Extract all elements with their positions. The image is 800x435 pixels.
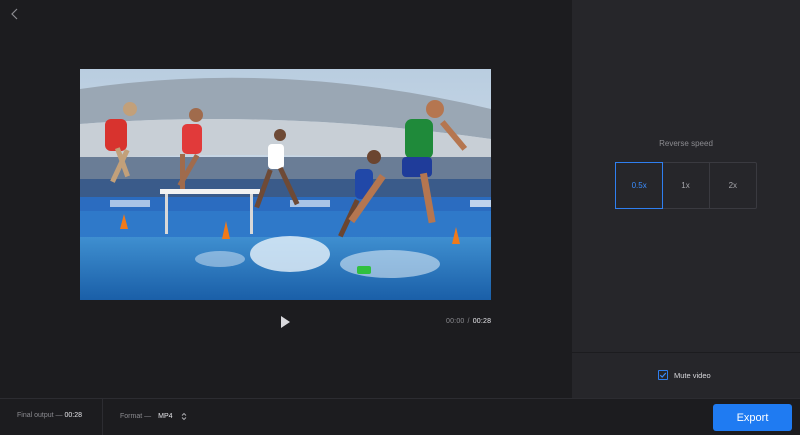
mute-video-label: Mute video bbox=[674, 370, 711, 380]
bottom-divider bbox=[102, 399, 103, 435]
settings-panel: Reverse speed 0.5x 1x 2x Mute video bbox=[572, 0, 800, 398]
video-frame-image bbox=[80, 69, 491, 300]
speed-option-2x[interactable]: 2x bbox=[710, 163, 756, 208]
up-down-chevron-icon bbox=[181, 412, 187, 421]
mute-checkbox[interactable] bbox=[658, 370, 668, 380]
back-button[interactable] bbox=[8, 6, 22, 22]
speed-option-1x[interactable]: 1x bbox=[662, 163, 710, 208]
export-button[interactable]: Export bbox=[713, 404, 792, 431]
checkmark-icon bbox=[659, 372, 667, 378]
time-separator: / bbox=[467, 318, 470, 325]
format-label: Format — bbox=[120, 413, 152, 420]
speed-selector: 0.5x 1x 2x bbox=[615, 162, 757, 209]
mute-video-toggle[interactable]: Mute video bbox=[658, 370, 711, 380]
editor-main-area: 00:00/00:28 bbox=[0, 0, 572, 398]
reverse-speed-label: Reverse speed bbox=[659, 139, 713, 148]
bottom-bar: Final output — 00:28 Format — MP4 Export bbox=[0, 398, 800, 435]
current-time: 00:00 bbox=[446, 318, 465, 325]
play-button[interactable] bbox=[278, 314, 292, 330]
final-output-label: Final output — bbox=[17, 412, 63, 419]
video-preview[interactable] bbox=[80, 69, 491, 300]
format-value: MP4 bbox=[158, 413, 173, 420]
play-icon bbox=[281, 316, 290, 328]
final-output-value: 00:28 bbox=[64, 412, 83, 419]
speed-option-0.5x[interactable]: 0.5x bbox=[615, 162, 664, 209]
panel-divider bbox=[572, 352, 800, 353]
final-output: Final output — 00:28 bbox=[17, 412, 82, 419]
total-time: 00:28 bbox=[472, 318, 492, 325]
format-selector[interactable]: Format — MP4 bbox=[120, 412, 187, 421]
chevron-left-icon bbox=[11, 8, 18, 20]
timecode: 00:00/00:28 bbox=[446, 318, 491, 325]
